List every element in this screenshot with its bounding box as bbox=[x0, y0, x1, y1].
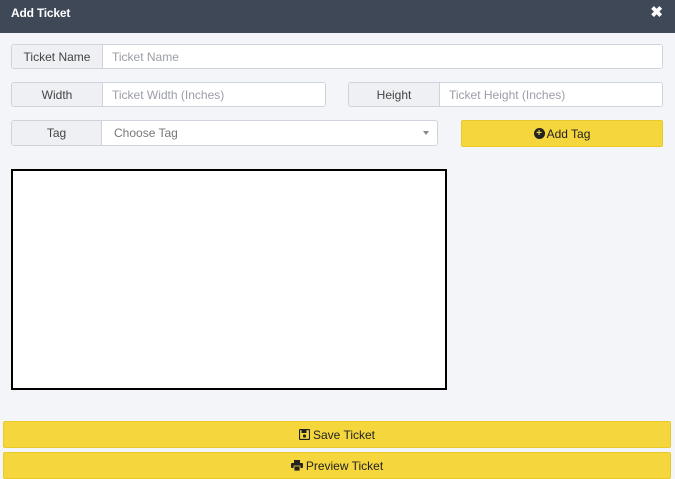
width-group: Width bbox=[11, 82, 326, 107]
tag-select-value: Choose Tag bbox=[114, 126, 178, 140]
modal-header: Add Ticket ✖ bbox=[0, 0, 675, 33]
height-label: Height bbox=[349, 83, 440, 106]
tag-select[interactable]: Choose Tag bbox=[102, 121, 437, 145]
add-tag-label: Add Tag bbox=[546, 126, 591, 141]
height-input[interactable] bbox=[440, 83, 662, 106]
save-ticket-label: Save Ticket bbox=[312, 427, 376, 442]
chevron-down-icon bbox=[423, 131, 429, 135]
preview-ticket-button[interactable]: Preview Ticket bbox=[3, 452, 671, 479]
ticket-design-canvas[interactable] bbox=[11, 169, 447, 390]
preview-ticket-label: Preview Ticket bbox=[305, 458, 384, 473]
tag-group: Tag Choose Tag bbox=[11, 120, 438, 146]
tag-label: Tag bbox=[12, 121, 102, 145]
modal-title: Add Ticket bbox=[11, 6, 71, 20]
close-icon[interactable]: ✖ bbox=[650, 4, 663, 22]
add-tag-button[interactable]: + Add Tag bbox=[461, 120, 663, 147]
ticket-name-label: Ticket Name bbox=[12, 45, 103, 68]
ticket-name-input[interactable] bbox=[103, 45, 662, 68]
save-ticket-button[interactable]: Save Ticket bbox=[3, 421, 671, 448]
print-icon bbox=[290, 460, 303, 471]
ticket-name-group: Ticket Name bbox=[11, 44, 663, 69]
save-icon bbox=[298, 429, 310, 440]
plus-circle-icon: + bbox=[533, 128, 545, 139]
width-label: Width bbox=[12, 83, 103, 106]
height-group: Height bbox=[348, 82, 663, 107]
width-input[interactable] bbox=[103, 83, 325, 106]
